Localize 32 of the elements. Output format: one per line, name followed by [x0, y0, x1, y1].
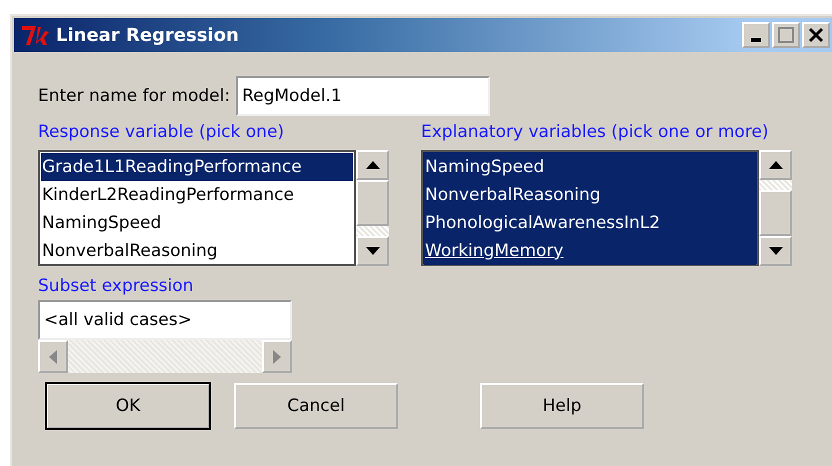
list-item[interactable]: Grade1L1ReadingPerformance	[41, 153, 353, 181]
model-name-label: Enter name for model:	[38, 86, 230, 106]
scroll-thumb[interactable]	[759, 190, 792, 236]
maximize-icon	[778, 27, 794, 43]
subset-field[interactable]: <all valid cases>	[38, 300, 292, 340]
window-title: Linear Regression	[56, 24, 240, 46]
list-item[interactable]: NamingSpeed	[41, 209, 353, 237]
scroll-track	[759, 180, 792, 190]
horizontal-scrollbar[interactable]	[38, 340, 292, 373]
vertical-scrollbar[interactable]	[759, 150, 792, 266]
minimize-button[interactable]	[742, 22, 770, 48]
explanatory-label: Explanatory variables (pick one or more)	[421, 121, 770, 144]
close-button[interactable]	[802, 22, 830, 48]
list-item[interactable]: KinderL2ReadingPerformance	[41, 181, 353, 209]
close-icon	[808, 27, 824, 43]
model-name-field[interactable]: RegModel.1	[236, 76, 490, 116]
cancel-button[interactable]: Cancel	[234, 383, 398, 429]
response-label: Response variable (pick one)	[38, 121, 286, 144]
left-arrow-icon	[49, 350, 57, 364]
minimize-icon	[751, 38, 761, 42]
help-button[interactable]: Help	[480, 383, 644, 429]
scroll-track	[356, 226, 389, 236]
right-arrow-icon	[273, 350, 281, 364]
down-arrow-icon	[768, 247, 782, 255]
ok-button[interactable]: OK	[46, 383, 210, 429]
vertical-scrollbar[interactable]	[356, 150, 389, 266]
list-item[interactable]: NonverbalReasoning	[41, 237, 353, 265]
scroll-thumb[interactable]	[356, 180, 389, 226]
up-arrow-icon	[366, 161, 380, 169]
up-arrow-icon	[768, 161, 782, 169]
subset-label: Subset expression	[38, 275, 194, 298]
down-arrow-icon	[366, 247, 380, 255]
